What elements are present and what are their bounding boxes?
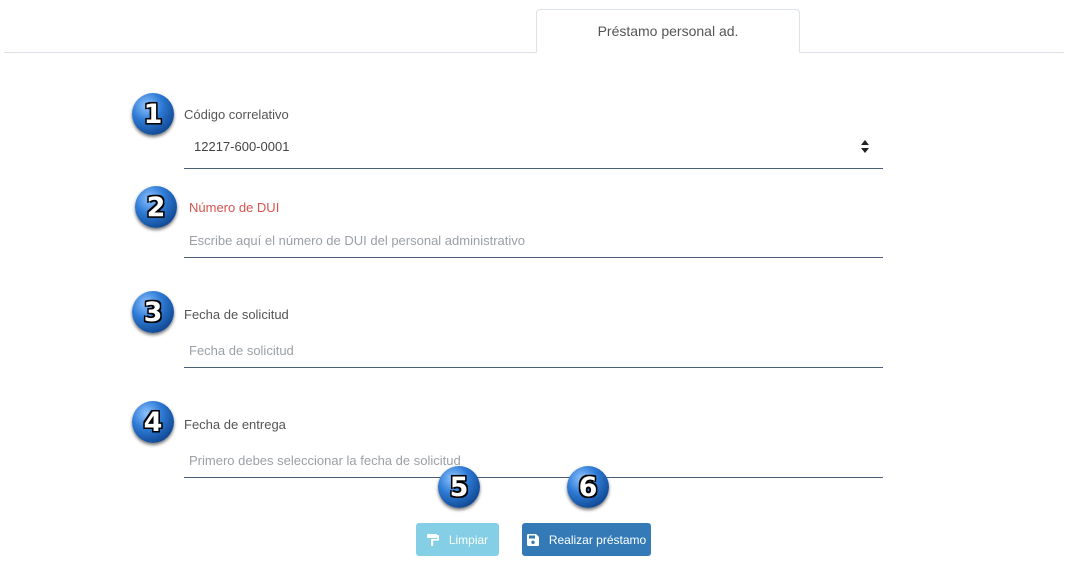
clear-button-label: Limpiar <box>448 532 489 547</box>
dui-label: Número de DUI <box>189 200 280 215</box>
fecha-entrega-input[interactable] <box>184 444 883 478</box>
tab-label: Préstamo personal ad. <box>597 23 739 39</box>
step-marker-3: 3 <box>132 291 174 333</box>
dui-input[interactable] <box>184 224 883 258</box>
tab-bar: Préstamo personal ad. <box>0 0 1068 53</box>
fecha-solicitud-input[interactable] <box>184 334 883 368</box>
step-marker-6: 6 <box>567 466 609 508</box>
tab-prestamo-personal[interactable]: Préstamo personal ad. <box>536 9 800 53</box>
submit-loan-button[interactable]: Realizar préstamo <box>522 523 651 556</box>
step-marker-5: 5 <box>438 466 480 508</box>
step-marker-2: 2 <box>135 186 177 228</box>
tab-divider <box>4 52 1064 53</box>
fecha-entrega-label: Fecha de entrega <box>184 417 286 432</box>
submit-button-label: Realizar préstamo <box>548 532 647 547</box>
step-marker-4: 4 <box>132 401 174 443</box>
clear-button[interactable]: Limpiar <box>416 523 499 556</box>
save-icon <box>526 533 539 546</box>
select-sort-icon <box>861 140 871 154</box>
codigo-selected-value: 12217-600-0001 <box>194 139 290 154</box>
codigo-label: Código correlativo <box>184 107 289 122</box>
paint-roller-icon <box>426 533 439 546</box>
fecha-solicitud-label: Fecha de solicitud <box>184 307 289 322</box>
step-marker-1: 1 <box>132 93 174 135</box>
